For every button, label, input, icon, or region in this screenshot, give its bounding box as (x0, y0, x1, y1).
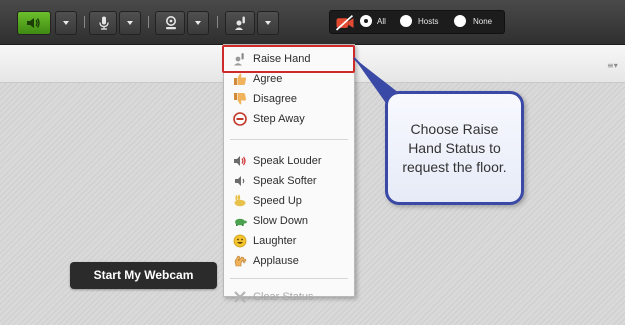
menu-item-label: Raise Hand (253, 53, 311, 65)
thumbs-up-icon (233, 72, 247, 86)
clear-icon (233, 290, 247, 304)
menu-item-label: Disagree (253, 93, 298, 105)
camera-view-options: All Hosts None (329, 10, 505, 34)
speaker-icon (27, 18, 40, 28)
menu-item-label: Applause (253, 255, 299, 267)
microphone-button[interactable] (89, 11, 117, 35)
camera-off-icon[interactable] (334, 14, 356, 31)
speaker-louder-icon (233, 154, 247, 168)
chevron-down-icon (265, 21, 271, 25)
speaker-softer-icon (233, 174, 247, 188)
menu-item-speed-up[interactable]: Speed Up (224, 191, 354, 211)
toolbar-divider (148, 16, 149, 28)
rabbit-icon (233, 194, 247, 208)
smiley-icon (233, 234, 247, 248)
pod-menu-icon[interactable]: ≡▾ (607, 62, 618, 70)
menu-item-label: Agree (253, 73, 283, 85)
menu-item-laughter[interactable]: Laughter (224, 231, 354, 251)
menu-item-step-away[interactable]: Step Away (224, 109, 354, 129)
status-button[interactable] (225, 11, 255, 35)
chevron-down-icon (63, 21, 69, 25)
chevron-down-icon (195, 21, 201, 25)
radio-none-label: None (473, 17, 493, 26)
status-menu: Raise Hand Agree Disagree Step Away Spea… (223, 44, 355, 303)
top-toolbar: All Hosts None (0, 0, 625, 45)
raise-hand-icon (233, 52, 247, 66)
turtle-icon (233, 214, 247, 228)
audio-options-button[interactable] (55, 11, 77, 35)
menu-item-label: Laughter (253, 235, 297, 247)
radio-all[interactable] (360, 15, 372, 27)
radio-all-label: All (377, 17, 386, 26)
menu-item-label: Clear Status (253, 291, 314, 303)
callout-text: Choose Raise Hand Status to request the … (402, 120, 507, 175)
step-away-icon (233, 112, 247, 126)
webcam-icon (166, 16, 176, 30)
radio-hosts[interactable] (400, 15, 412, 27)
menu-item-raise-hand[interactable]: Raise Hand (224, 49, 354, 69)
menu-item-label: Speed Up (253, 195, 302, 207)
menu-item-clear-status[interactable]: Clear Status (224, 287, 354, 307)
status-options-button[interactable] (257, 11, 279, 35)
chevron-down-icon (127, 21, 133, 25)
radio-hosts-label: Hosts (418, 17, 439, 26)
instruction-callout: Choose Raise Hand Status to request the … (385, 91, 524, 205)
radio-none[interactable] (454, 15, 466, 27)
applause-icon (233, 254, 247, 268)
menu-item-label: Slow Down (253, 215, 309, 227)
raise-hand-icon (235, 16, 245, 30)
menu-item-speak-softer[interactable]: Speak Softer (224, 171, 354, 191)
menu-item-agree[interactable]: Agree (224, 69, 354, 89)
menu-item-label: Speak Louder (253, 155, 322, 167)
menu-divider (230, 139, 348, 140)
menu-item-speak-louder[interactable]: Speak Louder (224, 151, 354, 171)
menu-item-slow-down[interactable]: Slow Down (224, 211, 354, 231)
microphone-options-button[interactable] (119, 11, 141, 35)
microphone-icon (99, 16, 109, 30)
meeting-window: All Hosts None ≡▾ Start My Webcam Raise … (0, 0, 625, 325)
menu-item-label: Step Away (253, 113, 305, 125)
menu-divider (230, 278, 348, 279)
audio-button[interactable] (17, 11, 51, 35)
webcam-options-button[interactable] (187, 11, 209, 35)
menu-item-label: Speak Softer (253, 175, 317, 187)
webcam-button[interactable] (155, 11, 185, 35)
start-webcam-button[interactable]: Start My Webcam (70, 262, 217, 289)
menu-item-disagree[interactable]: Disagree (224, 89, 354, 109)
toolbar-divider (84, 16, 85, 28)
menu-item-applause[interactable]: Applause (224, 251, 354, 271)
thumbs-down-icon (233, 92, 247, 106)
toolbar-divider (217, 16, 218, 28)
